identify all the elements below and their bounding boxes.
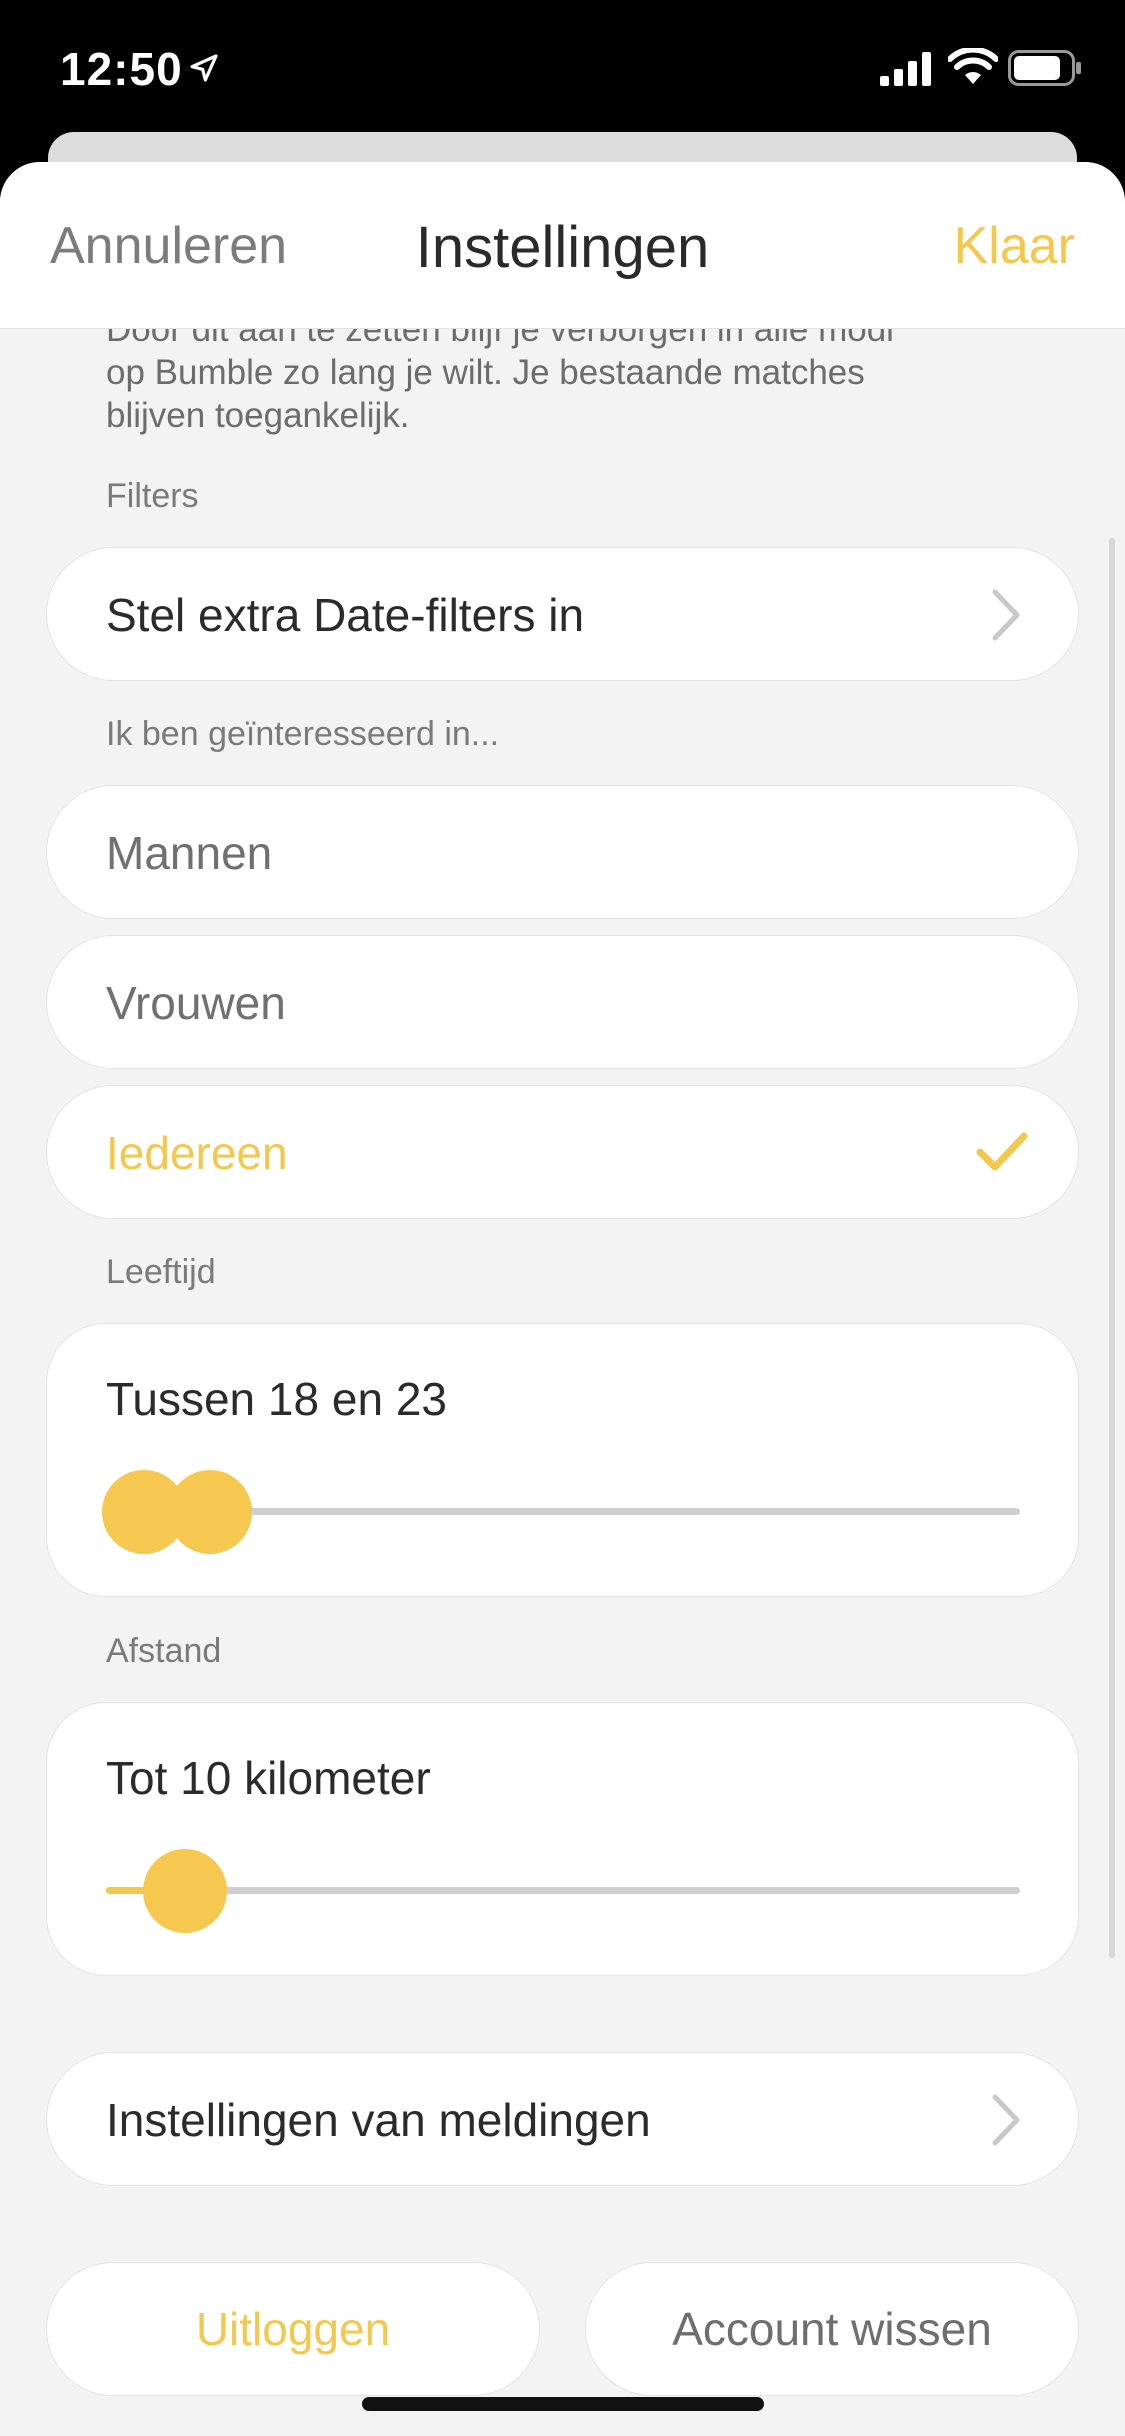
checkmark-icon <box>976 1132 1028 1171</box>
signal-icon <box>880 52 931 86</box>
logout-button[interactable]: Uitloggen <box>46 2262 540 2396</box>
done-button[interactable]: Klaar <box>954 216 1075 276</box>
delete-account-button[interactable]: Account wissen <box>585 2262 1079 2396</box>
settings-sheet: Annuleren Instellingen Klaar Door dit aa… <box>0 162 1125 2436</box>
date-filters-label: Stel extra Date-filters in <box>106 589 585 641</box>
distance-thumb[interactable] <box>143 1849 227 1933</box>
interest-option-everyone[interactable]: Iedereen <box>46 1085 1079 1219</box>
date-filters-row[interactable]: Stel extra Date-filters in <box>46 547 1079 681</box>
distance-slider-track <box>106 1887 1020 1894</box>
notification-settings-row[interactable]: Instellingen van meldingen <box>46 2052 1079 2186</box>
chevron-right-icon <box>992 589 1020 641</box>
status-bar: 12:50 <box>0 0 1125 140</box>
interest-option-women[interactable]: Vrouwen <box>46 935 1079 1069</box>
scrollbar[interactable] <box>1109 538 1115 1958</box>
distance-card: Tot 10 kilometer <box>46 1702 1079 1976</box>
distance-section-label: Afstand <box>106 1632 222 1670</box>
age-range-card: Tussen 18 en 23 <box>46 1323 1079 1597</box>
filters-section-label: Filters <box>106 477 199 515</box>
distance-value: Tot 10 kilometer <box>106 1752 431 1804</box>
battery-icon <box>1008 50 1081 86</box>
age-section-label: Leeftijd <box>106 1253 216 1291</box>
description-line: op Bumble zo lang je wilt. Je bestaande … <box>106 353 865 392</box>
description-line: blijven toegankelijk. <box>106 396 410 435</box>
option-label: Mannen <box>106 827 273 879</box>
interest-option-men[interactable]: Mannen <box>46 785 1079 919</box>
navigation-bar: Annuleren Instellingen Klaar <box>0 162 1125 329</box>
location-arrow-icon <box>190 54 218 82</box>
age-max-thumb[interactable] <box>168 1470 252 1554</box>
wifi-icon <box>948 48 998 84</box>
option-label: Iedereen <box>106 1127 288 1179</box>
age-range-value: Tussen 18 en 23 <box>106 1373 447 1425</box>
notification-settings-label: Instellingen van meldingen <box>106 2094 651 2146</box>
status-time: 12:50 <box>60 43 183 95</box>
home-indicator[interactable] <box>362 2397 764 2411</box>
interest-section-label: Ik ben geïnteresseerd in... <box>106 715 500 753</box>
chevron-right-icon <box>992 2094 1020 2146</box>
option-label: Vrouwen <box>106 977 286 1029</box>
